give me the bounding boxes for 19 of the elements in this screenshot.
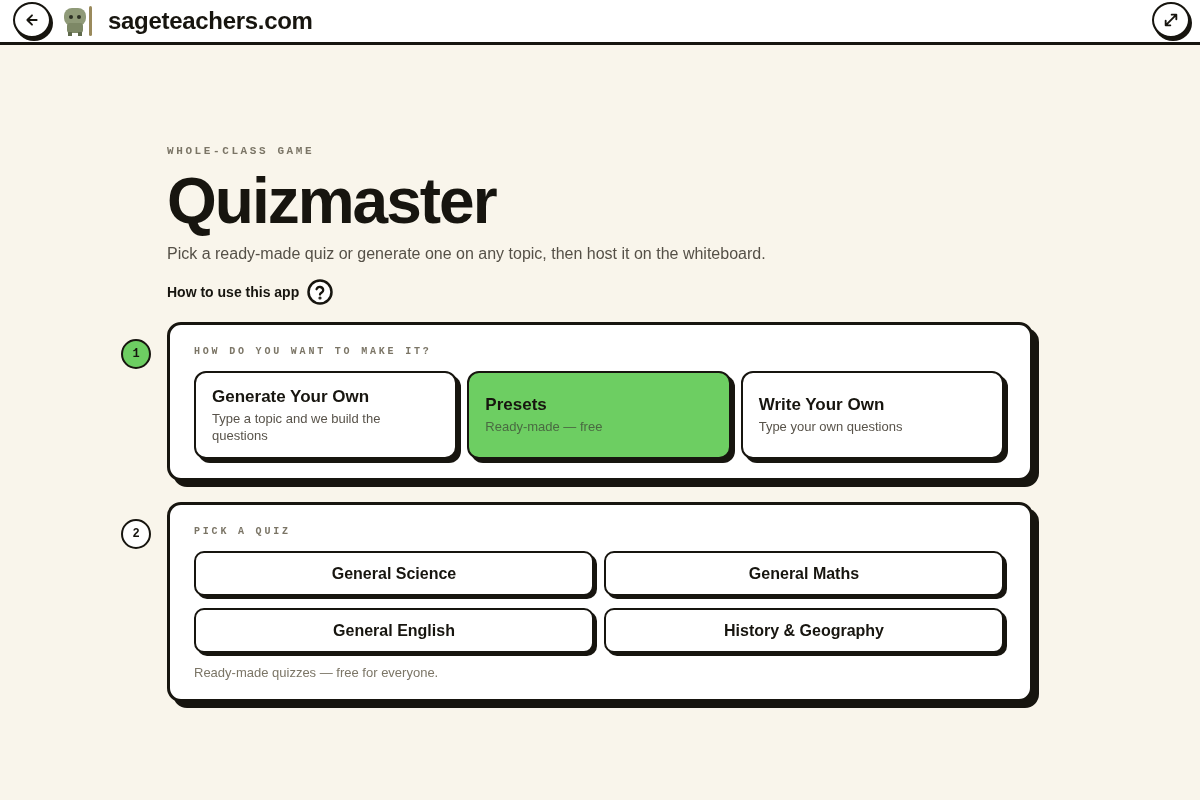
card-label: PICK A QUIZ: [194, 525, 292, 539]
robot-icon: [63, 6, 94, 36]
page-subtitle: Pick a ready-made quiz or generate one on any topic, then host it on the whiteboard.: [167, 244, 767, 264]
quiz-button[interactable]: General English: [194, 608, 594, 653]
back-button[interactable]: [13, 1, 51, 38]
diagonal-arrows-icon: [1163, 11, 1179, 28]
page-title: Quizmaster: [167, 165, 498, 237]
step-number: 2: [121, 519, 151, 549]
help-link[interactable]: How to use this app: [167, 284, 300, 300]
card-label: HOW DO YOU WANT TO MAKE IT?: [194, 345, 433, 359]
quiz-button[interactable]: General Science: [194, 551, 594, 596]
step-number: 1: [121, 339, 151, 369]
expand-button[interactable]: [1152, 1, 1190, 38]
quiz-button[interactable]: History & Geography: [604, 608, 1004, 653]
quiz-button[interactable]: General Maths: [604, 551, 1004, 596]
eyebrow-label: WHOLE-CLASS GAME: [167, 145, 316, 157]
card-note: Ready-made quizzes — free for everyone.: [194, 665, 440, 680]
help-icon[interactable]: [307, 279, 334, 305]
site-name: sageteachers.com: [108, 7, 313, 35]
